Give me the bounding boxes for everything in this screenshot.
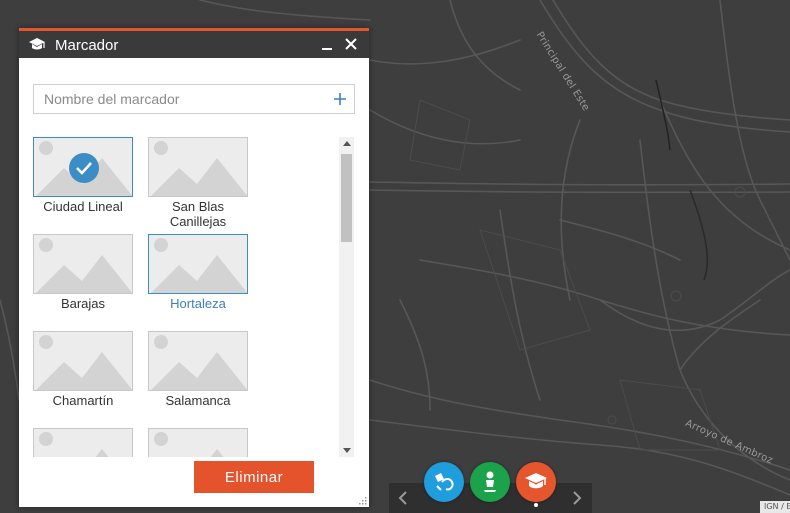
graduation-cap-icon	[525, 473, 547, 489]
bookmark-thumbnail	[148, 137, 248, 197]
bookmark-item[interactable]: Salamanca	[148, 331, 258, 427]
bookmark-item[interactable]: Ciudad Lineal	[33, 137, 143, 233]
chevron-left-icon[interactable]	[396, 488, 410, 508]
image-placeholder-icon	[154, 432, 224, 457]
image-placeholder-icon	[151, 238, 247, 293]
bookmark-thumbnail	[148, 331, 248, 391]
bookmark-tool-button[interactable]	[516, 462, 556, 502]
bookmark-thumbnail	[148, 234, 248, 294]
person-tool-button[interactable]	[470, 462, 510, 502]
bookmark-label: San Blas Canillejas	[169, 199, 227, 229]
bookmark-label: Barajas	[60, 296, 106, 311]
bookmark-item[interactable]	[33, 428, 143, 457]
image-placeholder-icon	[151, 335, 247, 390]
scrollbar-thumb[interactable]	[341, 154, 352, 242]
plus-icon[interactable]	[332, 91, 348, 107]
bookmark-name-field	[33, 84, 355, 114]
scroll-down-icon[interactable]	[343, 448, 351, 453]
image-placeholder-icon	[39, 432, 109, 457]
bookmark-label: Hortaleza	[170, 296, 226, 311]
panel-title: Marcador	[55, 37, 119, 54]
bookmark-item[interactable]: Barajas	[33, 234, 143, 330]
checkmark-icon	[69, 153, 99, 183]
bookmark-label: Salamanca	[165, 393, 231, 408]
bookmark-label: Ciudad Lineal	[43, 199, 123, 214]
person-icon	[484, 471, 496, 492]
bookmark-panel: Marcador Ciudad Lineal	[19, 28, 369, 507]
measure-tool-button[interactable]	[424, 462, 464, 502]
map-attribution: IGN / Esri	[760, 501, 790, 513]
scrollbar[interactable]	[339, 137, 354, 457]
bookmark-item[interactable]: Chamartín	[33, 331, 143, 427]
bookmark-thumbnail	[33, 428, 133, 457]
image-placeholder-icon	[151, 141, 247, 196]
resize-grip-icon[interactable]	[358, 496, 367, 505]
bookmark-item[interactable]	[148, 428, 258, 457]
bookmark-label: Chamartín	[52, 393, 114, 408]
active-indicator	[534, 503, 538, 507]
bookmark-thumbnail	[33, 234, 133, 294]
bookmark-thumbnail	[33, 331, 133, 391]
bookmark-name-input[interactable]	[34, 85, 324, 113]
image-placeholder-icon	[36, 335, 132, 390]
panel-header[interactable]: Marcador	[19, 31, 369, 58]
measure-icon	[435, 473, 454, 491]
bookmark-list[interactable]: Ciudad Lineal San Blas Canillejas Baraja…	[33, 137, 339, 457]
bookmark-item[interactable]: Hortaleza	[148, 234, 258, 330]
image-placeholder-icon	[36, 238, 132, 293]
close-icon[interactable]	[343, 36, 359, 52]
bookmark-thumbnail	[33, 137, 133, 197]
scroll-up-icon[interactable]	[343, 141, 351, 146]
chevron-right-icon[interactable]	[570, 488, 584, 508]
delete-button[interactable]: Eliminar	[194, 461, 314, 493]
minimize-button[interactable]	[320, 37, 334, 53]
graduation-cap-icon	[29, 38, 45, 50]
bookmark-item[interactable]: San Blas Canillejas	[148, 137, 258, 233]
bookmark-thumbnail	[148, 428, 248, 457]
